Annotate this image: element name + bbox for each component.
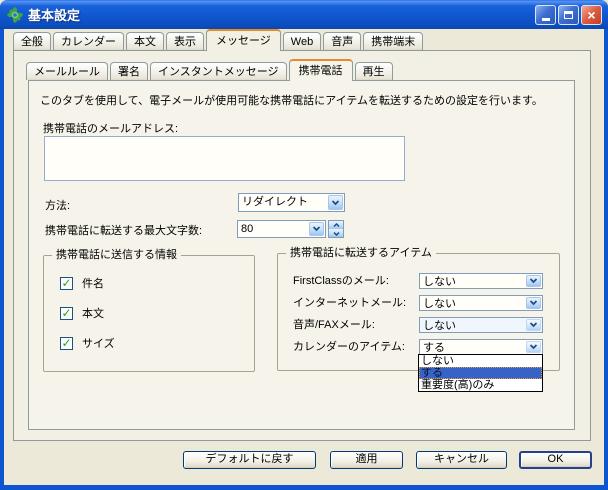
minimize-button[interactable]	[535, 5, 556, 25]
dropdown-option-high-priority-only[interactable]: 重要度(高)のみ	[419, 379, 542, 391]
max-chars-value: 80	[238, 221, 308, 237]
outer-tab-bar: 全般 カレンダー 本文 表示 メッセージ Web 音声 携帯端末	[13, 31, 425, 51]
body-checkbox-label: 本文	[82, 305, 104, 321]
voice-fax-mail-label: 音声/FAXメール:	[293, 319, 375, 331]
method-label: 方法:	[45, 197, 70, 213]
body-checkbox[interactable]: ✓	[60, 307, 73, 320]
spinner-down-button[interactable]	[329, 229, 343, 237]
tab-message[interactable]: メッセージ	[206, 29, 281, 51]
close-button[interactable]: ×	[581, 5, 602, 25]
send-info-group-title: 携帯電話に送信する情報	[52, 249, 181, 262]
size-checkbox[interactable]: ✓	[60, 337, 73, 350]
tab-body[interactable]: 本文	[126, 32, 164, 50]
chevron-down-icon[interactable]	[526, 275, 541, 287]
chevron-down-icon[interactable]	[328, 195, 343, 210]
restore-defaults-button[interactable]: デフォルトに戻す	[183, 451, 316, 469]
firstclass-mail-select[interactable]: しない	[419, 273, 543, 289]
voice-fax-mail-select[interactable]: しない	[419, 317, 543, 333]
forward-items-group-title: 携帯電話に転送するアイテム	[286, 247, 436, 260]
method-value: リダイレクト	[239, 194, 327, 211]
titlebar[interactable]: 基本設定 ×	[0, 0, 608, 29]
dropdown-option-yes[interactable]: する	[419, 367, 542, 379]
firstclass-mail-value: しない	[420, 274, 525, 288]
ok-button[interactable]: OK	[519, 451, 592, 469]
window-border-right	[604, 29, 608, 490]
send-info-group: 携帯電話に送信する情報 ✓ 件名 ✓ 本文 ✓ サイズ	[43, 255, 255, 372]
max-chars-stepper	[328, 220, 344, 238]
tab-voice[interactable]: 音声	[323, 32, 361, 50]
tab-calendar[interactable]: カレンダー	[53, 32, 124, 50]
maximize-icon	[564, 11, 573, 19]
subject-checkbox[interactable]: ✓	[60, 277, 73, 290]
tab-playback[interactable]: 再生	[355, 62, 393, 80]
forward-row-firstclass: FirstClassのメール: しない	[278, 273, 559, 289]
tab-view[interactable]: 表示	[166, 32, 204, 50]
tab-web[interactable]: Web	[283, 32, 321, 50]
close-icon: ×	[587, 8, 595, 22]
checkbox-row-body: ✓ 本文	[60, 305, 104, 321]
minimize-icon	[542, 18, 550, 21]
max-chars-label: 携帯電話に転送する最大文字数:	[45, 222, 202, 238]
internet-mail-label: インターネットメール:	[293, 297, 406, 309]
chevron-down-icon[interactable]	[526, 297, 541, 309]
apply-button[interactable]: 適用	[330, 451, 403, 469]
size-checkbox-label: サイズ	[82, 335, 115, 351]
maximize-button[interactable]	[558, 5, 579, 25]
checkbox-row-subject: ✓ 件名	[60, 275, 104, 291]
max-chars-select[interactable]: 80	[237, 220, 326, 238]
calendar-items-label: カレンダーのアイテム:	[293, 341, 405, 353]
tab-mobile-phone[interactable]: 携帯電話	[289, 59, 353, 81]
forward-row-calendar: カレンダーのアイテム: する	[278, 339, 559, 355]
chevron-down-icon[interactable]	[526, 341, 541, 353]
forward-row-internet: インターネットメール: しない	[278, 295, 559, 311]
subject-checkbox-label: 件名	[82, 275, 104, 291]
chevron-down-icon[interactable]	[309, 222, 324, 236]
tab-mail-rules[interactable]: メールルール	[26, 62, 108, 80]
email-address-label: 携帯電話のメールアドレス:	[43, 120, 178, 136]
preferences-dialog: 基本設定 × 全般 カレンダー 本文 表示 メッセージ Web 音声 携帯端末 …	[0, 0, 608, 490]
calendar-items-select[interactable]: する	[419, 339, 543, 355]
inner-tab-bar: メールルール 署名 インスタントメッセージ 携帯電話 再生	[26, 61, 395, 81]
firstclass-mail-label: FirstClassのメール:	[293, 275, 389, 287]
window-controls: ×	[535, 5, 602, 25]
chevron-down-icon[interactable]	[526, 319, 541, 331]
tab-mobile-device[interactable]: 携帯端末	[363, 32, 423, 50]
app-flower-icon	[7, 7, 23, 23]
window-border-bottom	[0, 485, 608, 490]
tab-signature[interactable]: 署名	[110, 62, 148, 80]
spinner-up-button[interactable]	[329, 221, 343, 229]
internet-mail-value: しない	[420, 296, 525, 310]
cancel-button[interactable]: キャンセル	[416, 451, 507, 469]
internet-mail-select[interactable]: しない	[419, 295, 543, 311]
forward-row-voice-fax: 音声/FAXメール: しない	[278, 317, 559, 333]
tab-instant-message[interactable]: インスタントメッセージ	[150, 62, 287, 80]
window-title: 基本設定	[28, 5, 80, 24]
checkbox-row-size: ✓ サイズ	[60, 335, 115, 351]
tab-general[interactable]: 全般	[13, 32, 51, 50]
email-address-input[interactable]	[44, 136, 405, 181]
method-select[interactable]: リダイレクト	[238, 193, 345, 212]
voice-fax-mail-value: しない	[420, 318, 525, 332]
window-border-left	[0, 29, 4, 490]
tab-description: このタブを使用して、電子メールが使用可能な携帯電話にアイテムを転送するための設定…	[40, 92, 565, 108]
calendar-items-value: する	[420, 340, 525, 354]
dropdown-option-none[interactable]: しない	[419, 355, 542, 367]
calendar-items-dropdown-list: しない する 重要度(高)のみ	[418, 354, 543, 392]
